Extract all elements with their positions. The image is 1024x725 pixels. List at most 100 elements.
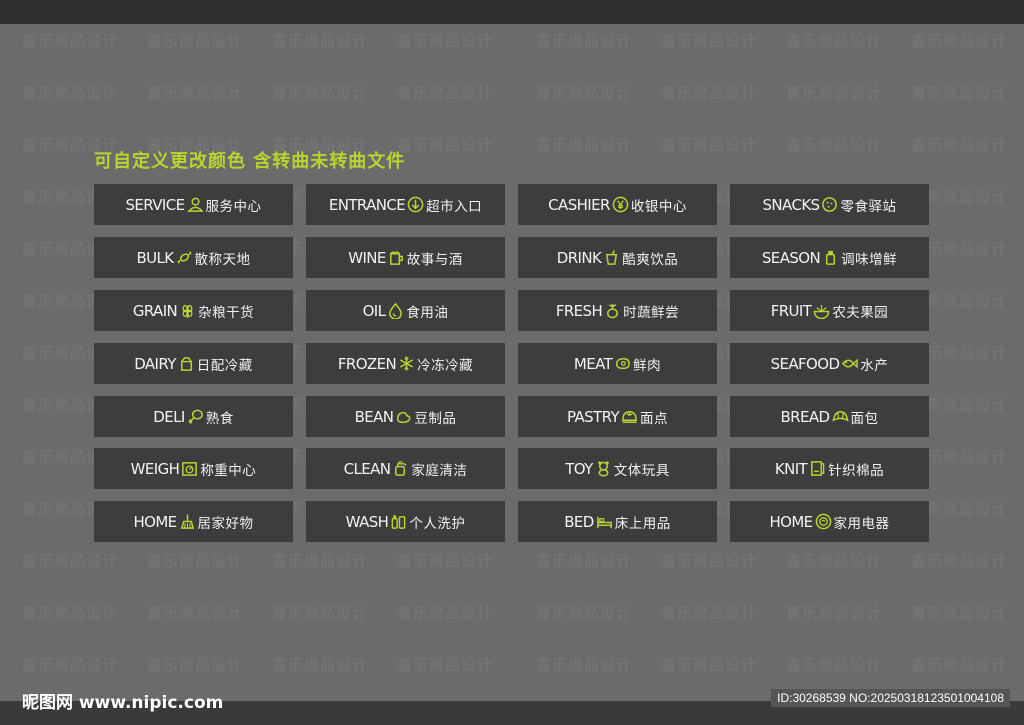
watermark-text: 喜乐尚品设计 xyxy=(536,136,633,154)
sign-english-label: WASH xyxy=(345,512,389,531)
sign-chinese-label: 农夫果园 xyxy=(832,304,889,321)
sign-season: SEASON 调味增鲜 xyxy=(730,237,929,278)
watermark-text: 喜乐尚品设计 xyxy=(147,84,244,102)
sign-chinese-label: 豆制品 xyxy=(414,410,457,427)
sign-home: HOME 家用电器 xyxy=(730,501,929,542)
sign-english-label: KNIT xyxy=(774,459,808,478)
watermark-text: 喜乐尚品设计 xyxy=(272,656,369,674)
watermark-text: 喜乐尚品设计 xyxy=(272,552,369,570)
sign-bulk: BULK 散称天地 xyxy=(94,237,293,278)
watermark-text: 喜乐尚品设计 xyxy=(22,32,119,50)
sign-english-label: GRAIN xyxy=(132,301,178,320)
sign-bed: BED 床上用品 xyxy=(518,501,717,542)
sign-fresh: FRESH 时蔬鲜尝 xyxy=(518,290,717,331)
watermark-text: 喜乐尚品设计 xyxy=(397,136,494,154)
watermark-text: 喜乐尚品设计 xyxy=(536,84,633,102)
sign-english-label: FRUIT xyxy=(770,301,812,320)
watermark-text: 喜乐尚品设计 xyxy=(397,32,494,50)
sign-clean: CLEAN 家庭清洁 xyxy=(306,448,505,489)
watermark-text: 喜乐尚品设计 xyxy=(661,32,758,50)
sign-chinese-label: 称重中心 xyxy=(200,462,257,479)
sign-drink: DRINK 酷爽饮品 xyxy=(518,237,717,278)
watermark-text: 喜乐尚品设计 xyxy=(272,84,369,102)
sign-grain: GRAIN 杂粮干货 xyxy=(94,290,293,331)
sign-knit: KNIT 针织棉品 xyxy=(730,448,929,489)
sign-weigh: WEIGH 称重中心 xyxy=(94,448,293,489)
watermark-text: 喜乐尚品设计 xyxy=(911,604,1008,622)
sign-fruit: FRUIT 农夫果园 xyxy=(730,290,929,331)
watermark-text: 喜乐尚品设计 xyxy=(536,552,633,570)
sign-chinese-label: 床上用品 xyxy=(614,515,671,532)
wheat-icon xyxy=(179,302,196,319)
watermark-text: 喜乐尚品设计 xyxy=(911,84,1008,102)
sign-pastry: PASTRY 面点 xyxy=(518,396,717,437)
sign-chinese-label: 时蔬鲜尝 xyxy=(623,304,680,321)
top-bar xyxy=(0,0,1024,24)
sign-home: HOME 居家好物 xyxy=(94,501,293,542)
watermelon-icon xyxy=(813,302,830,319)
sign-english-label: MEAT xyxy=(573,354,613,373)
towel-icon xyxy=(809,460,826,477)
sign-english-label: BEAN xyxy=(354,407,394,426)
watermark-text: 喜乐尚品设计 xyxy=(147,32,244,50)
watermark-text: 喜乐尚品设计 xyxy=(536,604,633,622)
sign-deli: DELI 熟食 xyxy=(94,396,293,437)
sign-english-label: FRESH xyxy=(555,301,603,320)
watermark-text: 喜乐尚品设计 xyxy=(661,84,758,102)
entrance-arrow-icon xyxy=(407,196,424,213)
sign-entrance: ENTRANCE 超市入口 xyxy=(306,184,505,225)
snowflake-icon xyxy=(398,355,415,372)
watermark-text: 喜乐尚品设计 xyxy=(272,32,369,50)
sign-service: SERVICE 服务中心 xyxy=(94,184,293,225)
sign-english-label: FROZEN xyxy=(337,354,397,373)
watermark-text: 喜乐尚品设计 xyxy=(397,656,494,674)
vegetable-icon xyxy=(604,302,621,319)
sign-chinese-label: 食用油 xyxy=(406,304,449,321)
sign-english-label: SERVICE xyxy=(125,195,185,214)
sign-chinese-label: 针织棉品 xyxy=(828,462,885,479)
watermark-text: 喜乐尚品设计 xyxy=(22,604,119,622)
site-logo: 昵图网 www.nipic.com xyxy=(22,693,224,713)
sign-chinese-label: 鲜肉 xyxy=(633,357,662,374)
watermark-text: 喜乐尚品设计 xyxy=(661,656,758,674)
fish-icon xyxy=(841,355,859,372)
sign-chinese-label: 居家好物 xyxy=(197,515,254,532)
watermark-text: 喜乐尚品设计 xyxy=(22,552,119,570)
sign-english-label: CASHIER xyxy=(548,195,610,214)
drink-cup-icon xyxy=(603,249,620,266)
broom-icon xyxy=(179,513,196,530)
sign-oil: OIL 食用油 xyxy=(306,290,505,331)
sign-chinese-label: 零食驿站 xyxy=(840,198,897,215)
sign-english-label: PASTRY xyxy=(566,407,620,426)
sign-dairy: DAIRY 日配冷藏 xyxy=(94,343,293,384)
watermark-text: 喜乐尚品设计 xyxy=(911,656,1008,674)
sign-wash: WASH 个人洗护 xyxy=(306,501,505,542)
sign-chinese-label: 收银中心 xyxy=(630,198,687,215)
sign-cashier: CASHIER 收银中心 xyxy=(518,184,717,225)
watermark-text: 喜乐尚品设计 xyxy=(397,84,494,102)
watermark-text: 喜乐尚品设计 xyxy=(661,604,758,622)
sign-english-label: SNACKS xyxy=(762,195,821,214)
bun-icon xyxy=(621,408,638,425)
appliance-icon xyxy=(815,513,832,530)
candy-icon xyxy=(176,249,193,266)
watermark-text: 喜乐尚品设计 xyxy=(661,136,758,154)
bean-icon xyxy=(395,408,412,425)
watermark-text: 喜乐尚品设计 xyxy=(786,604,883,622)
sign-english-label: HOME xyxy=(769,512,813,531)
sign-english-label: HOME xyxy=(133,512,177,531)
sign-chinese-label: 面包 xyxy=(850,410,879,427)
sign-chinese-label: 故事与酒 xyxy=(406,251,463,268)
sign-english-label: BULK xyxy=(136,248,174,267)
watermark-text: 喜乐尚品设计 xyxy=(22,656,119,674)
yen-coin-icon xyxy=(612,196,629,213)
spray-bottle-icon xyxy=(392,460,409,477)
sign-chinese-label: 杂粮干货 xyxy=(198,304,255,321)
sign-english-label: WINE xyxy=(348,248,386,267)
watermark-text: 喜乐尚品设计 xyxy=(397,604,494,622)
watermark-text: 喜乐尚品设计 xyxy=(22,84,119,102)
sign-chinese-label: 冷冻冷藏 xyxy=(417,357,474,374)
sign-english-label: BREAD xyxy=(780,407,830,426)
sign-english-label: SEASON xyxy=(761,248,821,267)
watermark-text: 喜乐尚品设计 xyxy=(911,32,1008,50)
